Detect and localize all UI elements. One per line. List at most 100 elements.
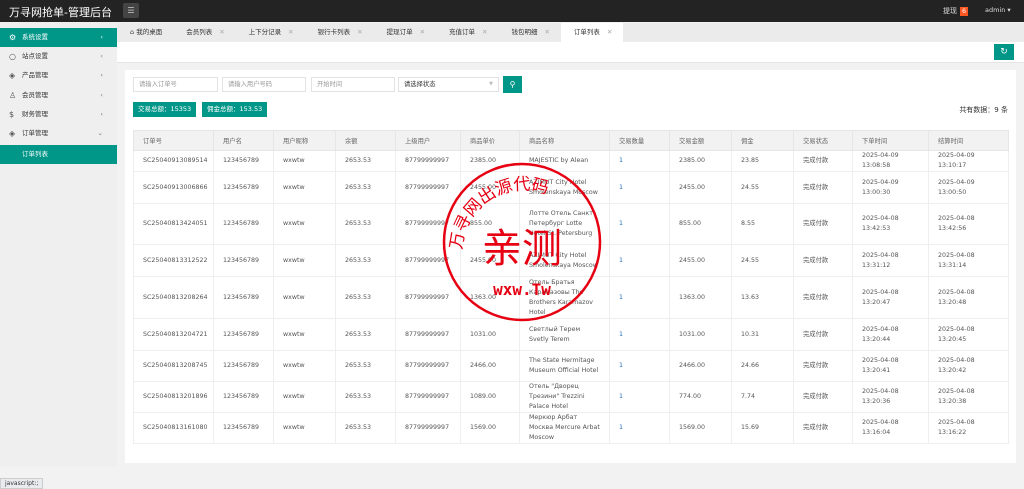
table-cell: SC25040813204721	[133, 318, 214, 351]
status-select[interactable]: 请选择状态 ▼	[398, 77, 499, 92]
table-cell: 1089.00	[460, 381, 520, 413]
table-cell: 87799999997	[395, 203, 461, 245]
column-header: 订单号	[133, 130, 214, 151]
table-cell: MAJESTIC by Alean	[519, 150, 610, 172]
table-cell: SC25040913089514	[133, 150, 214, 172]
table-cell: 1	[609, 412, 670, 444]
tab-bar: ⌂ 我的桌面 会员列表 ✕ 上下分记录 ✕ 银行卡列表 ✕ 提现订单 ✕ 充值订单 ✕ 钱…	[117, 23, 1024, 42]
table-cell: 87799999997	[395, 412, 461, 444]
table-cell: 87799999997	[395, 381, 461, 413]
table-cell: 1	[609, 276, 670, 319]
table-cell: 2653.53	[335, 171, 396, 204]
table-cell: wxwtw	[273, 412, 336, 444]
table-cell: 完成付款	[793, 150, 853, 172]
table-cell: 2025-04-08 13:20:47	[852, 276, 929, 319]
order-number-input[interactable]: 请输入订单号	[133, 77, 218, 92]
sidebar-item-order[interactable]: ◈ 订单管理 ⌄	[0, 124, 117, 143]
column-header: 商品名称	[519, 130, 610, 151]
chevron-left-icon: ‹	[100, 109, 103, 118]
table-cell: 2025-04-08 13:20:41	[852, 350, 929, 382]
close-icon[interactable]: ✕	[420, 28, 425, 36]
table-cell: 10.31	[731, 318, 794, 351]
sidebar-item-site[interactable]: ○ 站点设置 ‹	[0, 47, 117, 66]
table-cell: 123456789	[213, 350, 274, 382]
table-row: SC25040813161080 123456789 wxwtw 2653.53 877…	[133, 412, 1009, 444]
table-cell: 24.55	[731, 171, 794, 204]
table-cell: 2455.00	[460, 244, 520, 277]
column-header: 下单时间	[852, 130, 929, 151]
close-icon[interactable]: ✕	[607, 28, 612, 36]
close-icon[interactable]: ✕	[544, 28, 549, 36]
table-row: SC25040913006866 123456789 wxwtw 2653.53 877…	[133, 171, 1009, 204]
table-cell: AZIMUT City Hotel Smolenskaya Moscow	[519, 244, 610, 277]
close-icon[interactable]: ✕	[482, 28, 487, 36]
sidebar-item-label: 系统设置	[22, 33, 48, 41]
table-cell: 123456789	[213, 318, 274, 351]
menu-toggle-icon[interactable]: ☰	[123, 3, 139, 18]
table-cell: 1	[609, 203, 670, 245]
table-cell: 完成付款	[793, 412, 853, 444]
table-cell: 123456789	[213, 203, 274, 245]
table-cell: 2653.53	[335, 412, 396, 444]
record-count: 共有数据：9 条	[959, 106, 1008, 114]
start-time-input[interactable]: 开始时间	[311, 77, 395, 92]
table-cell: 87799999997	[395, 171, 461, 204]
sidebar-item-label: 产品管理	[22, 71, 48, 80]
tab-label: 我的桌面	[136, 28, 163, 36]
sidebar-item-system[interactable]: ⚙ 系统设置 ‹	[0, 28, 117, 48]
table-cell: 1	[609, 318, 670, 351]
user-number-input[interactable]: 请输入用户号码	[222, 77, 306, 92]
tab-home[interactable]: ⌂ 我的桌面	[117, 23, 173, 42]
table-cell: 123456789	[213, 381, 274, 413]
table-cell: 2025-04-08 13:20:36	[852, 381, 929, 413]
search-button[interactable]: ⚲	[503, 76, 522, 93]
tab-recharge-orders[interactable]: 充值订单 ✕	[436, 23, 498, 42]
table-cell: Светлый Терем Svetly Terem	[519, 318, 610, 351]
table-cell: 24.66	[731, 350, 794, 382]
table-cell: 774.00	[669, 381, 732, 413]
table-cell: 2653.53	[335, 276, 396, 319]
tab-score-records[interactable]: 上下分记录 ✕	[236, 23, 305, 42]
close-icon[interactable]: ✕	[288, 28, 293, 36]
user-menu[interactable]: admin ▾	[985, 6, 1011, 14]
table-cell: 87799999997	[395, 150, 461, 172]
table-cell: 完成付款	[793, 381, 853, 413]
tab-wallet-details[interactable]: 钱包明细 ✕	[498, 23, 560, 42]
table-cell: 123456789	[213, 171, 274, 204]
table-cell: 1031.00	[669, 318, 732, 351]
sidebar-item-finance[interactable]: $ 财务管理 ‹	[0, 105, 117, 124]
dollar-icon: $	[9, 109, 15, 119]
sidebar-item-product[interactable]: ◈ 产品管理 ‹	[0, 66, 117, 85]
sidebar-item-member[interactable]: ♙ 会员管理 ‹	[0, 86, 117, 105]
table-cell: 2025-04-08 13:16:22	[928, 412, 1009, 444]
sidebar-item-label: 会员管理	[22, 90, 48, 99]
tab-withdraw-orders[interactable]: 提现订单 ✕	[374, 23, 436, 42]
table-cell: 87799999997	[395, 318, 461, 351]
chevron-left-icon: ‹	[100, 90, 103, 99]
table-cell: 2025-04-09 13:00:30	[852, 171, 929, 204]
withdraw-link[interactable]: 提现 6	[943, 6, 969, 16]
tab-members[interactable]: 会员列表 ✕	[173, 23, 235, 42]
table-cell: wxwtw	[273, 150, 336, 172]
tab-bank-cards[interactable]: 银行卡列表 ✕	[305, 23, 374, 42]
table-cell: 87799999997	[395, 276, 461, 319]
table-cell: 2025-04-08 13:31:14	[928, 244, 1009, 277]
table-cell: Меркюр Арбат Москва Mercure Arbat Moscow	[519, 412, 610, 444]
table-cell: 2653.53	[335, 381, 396, 413]
table-cell: 1	[609, 350, 670, 382]
close-icon[interactable]: ✕	[219, 28, 224, 36]
table-cell: 2385.00	[669, 150, 732, 172]
browser-status-bar: javascript:;	[0, 478, 44, 489]
sidebar-subitem-order-list[interactable]: 订单列表	[0, 145, 117, 165]
column-header: 结算时间	[928, 130, 1009, 151]
tab-order-list[interactable]: 订单列表 ✕	[560, 23, 624, 42]
table-cell: wxwtw	[273, 171, 336, 204]
table-cell: 1	[609, 150, 670, 172]
column-header: 商品单价	[460, 130, 520, 151]
refresh-button[interactable]: ↻	[994, 44, 1014, 60]
close-icon[interactable]: ✕	[357, 28, 362, 36]
table-cell: 完成付款	[793, 171, 853, 204]
table-cell: 87799999997	[395, 350, 461, 382]
tab-label: 上下分记录	[248, 28, 282, 36]
table-cell: 2025-04-08 13:20:48	[928, 276, 1009, 319]
